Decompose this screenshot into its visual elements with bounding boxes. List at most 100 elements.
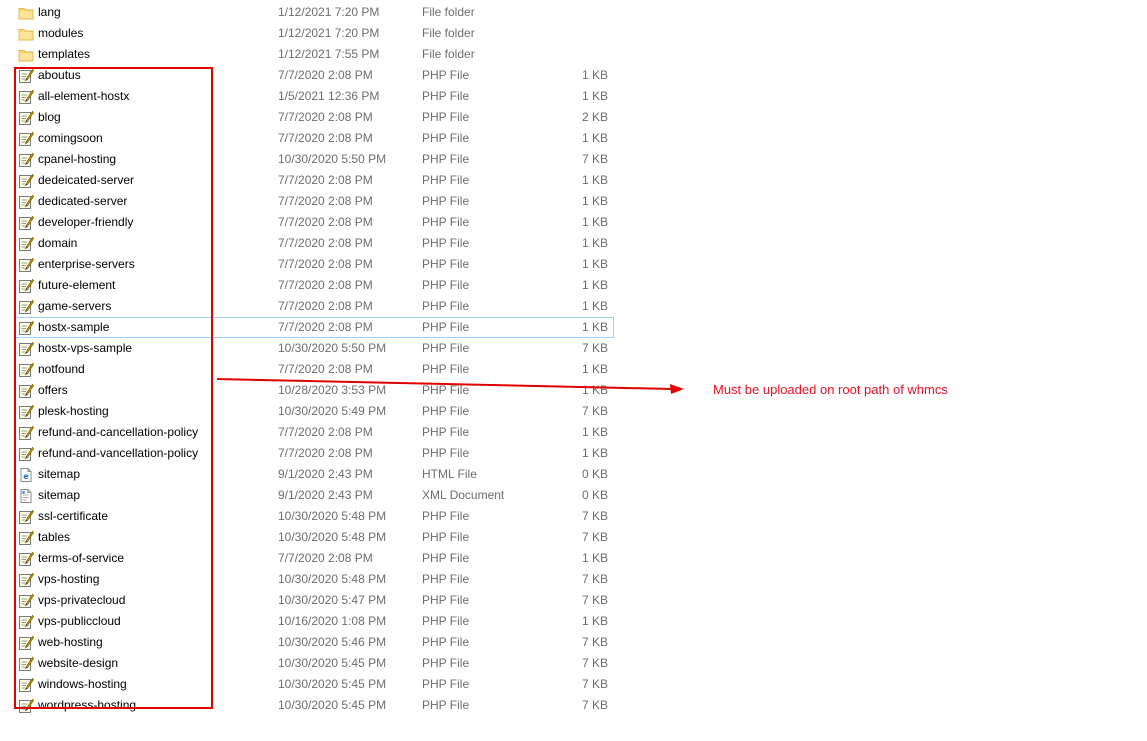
folder-icon: [18, 47, 34, 63]
file-date-modified: 10/16/2020 1:08 PM: [278, 614, 387, 628]
file-row[interactable]: cpanel-hosting 10/30/2020 5:50 PM PHP Fi…: [14, 149, 614, 170]
php-file-icon: [18, 257, 34, 273]
file-size: 7 KB: [581, 530, 608, 544]
file-row[interactable]: vps-privatecloud 10/30/2020 5:47 PM PHP …: [14, 590, 614, 611]
file-type: PHP File: [422, 278, 470, 292]
file-row[interactable]: terms-of-service 7/7/2020 2:08 PM PHP Fi…: [14, 548, 614, 569]
php-file-icon: [18, 383, 34, 399]
file-type: PHP File: [422, 551, 470, 565]
file-name: domain: [38, 236, 78, 250]
file-name: comingsoon: [38, 131, 103, 145]
file-row[interactable]: developer-friendly 7/7/2020 2:08 PM PHP …: [14, 212, 614, 233]
file-row[interactable]: enterprise-servers 7/7/2020 2:08 PM PHP …: [14, 254, 614, 275]
php-file-icon: [18, 362, 34, 378]
file-row[interactable]: future-element 7/7/2020 2:08 PM PHP File…: [14, 275, 614, 296]
php-file-icon: [18, 341, 34, 357]
file-name: vps-hosting: [38, 572, 100, 586]
folder-icon: [18, 26, 34, 42]
file-type: PHP File: [422, 152, 470, 166]
file-date-modified: 1/12/2021 7:55 PM: [278, 47, 380, 61]
php-file-icon: [18, 593, 34, 609]
file-row[interactable]: notfound 7/7/2020 2:08 PM PHP File 1 KB: [14, 359, 614, 380]
file-type: PHP File: [422, 614, 470, 628]
file-type: PHP File: [422, 131, 470, 145]
file-row[interactable]: vps-publiccloud 10/16/2020 1:08 PM PHP F…: [14, 611, 614, 632]
file-size: 1 KB: [581, 425, 608, 439]
php-file-icon: [18, 572, 34, 588]
file-name: vps-publiccloud: [38, 614, 121, 628]
file-row[interactable]: website-design 10/30/2020 5:45 PM PHP Fi…: [14, 653, 614, 674]
file-row[interactable]: windows-hosting 10/30/2020 5:45 PM PHP F…: [14, 674, 614, 695]
file-row[interactable]: refund-and-cancellation-policy 7/7/2020 …: [14, 422, 614, 443]
file-date-modified: 7/7/2020 2:08 PM: [278, 257, 373, 271]
file-date-modified: 10/30/2020 5:47 PM: [278, 593, 387, 607]
file-row[interactable]: modules 1/12/2021 7:20 PM File folder: [14, 23, 614, 44]
file-row[interactable]: aboutus 7/7/2020 2:08 PM PHP File 1 KB: [14, 65, 614, 86]
file-row[interactable]: domain 7/7/2020 2:08 PM PHP File 1 KB: [14, 233, 614, 254]
php-file-icon: [18, 404, 34, 420]
file-row[interactable]: refund-and-vancellation-policy 7/7/2020 …: [14, 443, 614, 464]
file-date-modified: 7/7/2020 2:08 PM: [278, 215, 373, 229]
file-row[interactable]: sitemap 9/1/2020 2:43 PM XML Document 0 …: [14, 485, 614, 506]
file-row[interactable]: wordpress-hosting 10/30/2020 5:45 PM PHP…: [14, 695, 614, 716]
php-file-icon: [18, 278, 34, 294]
file-type: PHP File: [422, 257, 470, 271]
file-row[interactable]: templates 1/12/2021 7:55 PM File folder: [14, 44, 614, 65]
file-name: enterprise-servers: [38, 257, 135, 271]
file-list: lang 1/12/2021 7:20 PM File folder modul…: [14, 2, 614, 716]
file-row[interactable]: hostx-sample 7/7/2020 2:08 PM PHP File 1…: [14, 317, 614, 338]
file-size: 0 KB: [581, 467, 608, 481]
file-date-modified: 7/7/2020 2:08 PM: [278, 173, 373, 187]
file-name: plesk-hosting: [38, 404, 109, 418]
file-row[interactable]: offers 10/28/2020 3:53 PM PHP File 1 KB: [14, 380, 614, 401]
file-date-modified: 10/30/2020 5:49 PM: [278, 404, 387, 418]
file-date-modified: 1/12/2021 7:20 PM: [278, 5, 380, 19]
file-date-modified: 10/30/2020 5:50 PM: [278, 152, 387, 166]
php-file-icon: [18, 68, 34, 84]
php-file-icon: [18, 152, 34, 168]
file-row[interactable]: e sitemap 9/1/2020 2:43 PM HTML File 0 K…: [14, 464, 614, 485]
php-file-icon: [18, 446, 34, 462]
file-date-modified: 7/7/2020 2:08 PM: [278, 362, 373, 376]
file-name: developer-friendly: [38, 215, 134, 229]
file-date-modified: 7/7/2020 2:08 PM: [278, 551, 373, 565]
file-row[interactable]: comingsoon 7/7/2020 2:08 PM PHP File 1 K…: [14, 128, 614, 149]
file-row[interactable]: blog 7/7/2020 2:08 PM PHP File 2 KB: [14, 107, 614, 128]
file-row[interactable]: all-element-hostx 1/5/2021 12:36 PM PHP …: [14, 86, 614, 107]
file-size: 7 KB: [581, 572, 608, 586]
file-name: blog: [38, 110, 61, 124]
file-row[interactable]: dedeicated-server 7/7/2020 2:08 PM PHP F…: [14, 170, 614, 191]
file-type: PHP File: [422, 404, 470, 418]
file-date-modified: 7/7/2020 2:08 PM: [278, 110, 373, 124]
file-size: 1 KB: [581, 257, 608, 271]
file-size: 7 KB: [581, 593, 608, 607]
arrow-head: [670, 384, 684, 394]
file-size: 7 KB: [581, 341, 608, 355]
file-date-modified: 10/30/2020 5:45 PM: [278, 698, 387, 712]
file-size: 1 KB: [581, 362, 608, 376]
file-row[interactable]: vps-hosting 10/30/2020 5:48 PM PHP File …: [14, 569, 614, 590]
file-size: 1 KB: [581, 299, 608, 313]
file-row[interactable]: hostx-vps-sample 10/30/2020 5:50 PM PHP …: [14, 338, 614, 359]
file-name: future-element: [38, 278, 116, 292]
file-date-modified: 10/28/2020 3:53 PM: [278, 383, 387, 397]
file-row[interactable]: plesk-hosting 10/30/2020 5:49 PM PHP Fil…: [14, 401, 614, 422]
file-row[interactable]: tables 10/30/2020 5:48 PM PHP File 7 KB: [14, 527, 614, 548]
file-name: ssl-certificate: [38, 509, 109, 523]
file-name: hostx-sample: [38, 320, 110, 334]
file-row[interactable]: ssl-certificate 10/30/2020 5:48 PM PHP F…: [14, 506, 614, 527]
file-row[interactable]: web-hosting 10/30/2020 5:46 PM PHP File …: [14, 632, 614, 653]
file-type: PHP File: [422, 425, 470, 439]
file-date-modified: 7/7/2020 2:08 PM: [278, 194, 373, 208]
file-row[interactable]: dedicated-server 7/7/2020 2:08 PM PHP Fi…: [14, 191, 614, 212]
file-date-modified: 7/7/2020 2:08 PM: [278, 236, 373, 250]
file-row[interactable]: game-servers 7/7/2020 2:08 PM PHP File 1…: [14, 296, 614, 317]
file-type: PHP File: [422, 446, 470, 460]
file-date-modified: 10/30/2020 5:48 PM: [278, 572, 387, 586]
file-type: PHP File: [422, 635, 470, 649]
file-type: File folder: [422, 5, 475, 19]
php-file-icon: [18, 530, 34, 546]
file-row[interactable]: lang 1/12/2021 7:20 PM File folder: [14, 2, 614, 23]
folder-icon: [18, 5, 34, 21]
file-name: web-hosting: [38, 635, 103, 649]
